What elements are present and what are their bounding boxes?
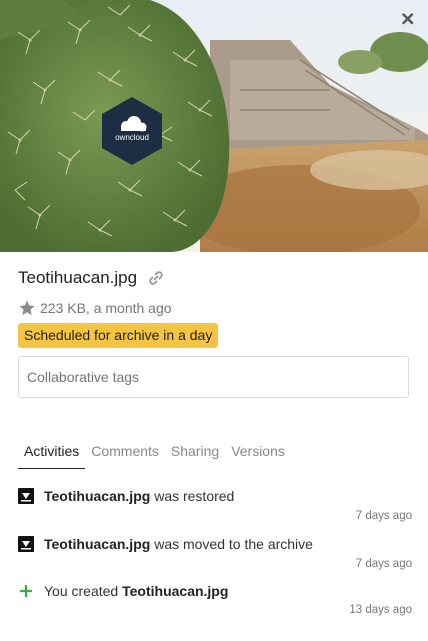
activity-item: You created Teotihuacan.jpg 13 days ago [18,583,412,616]
tab-versions[interactable]: Versions [225,442,291,469]
activity-filename[interactable]: Teotihuacan.jpg [122,583,228,599]
activity-text: You created Teotihuacan.jpg [44,583,229,599]
file-size-and-date: 223 KB, a month ago [40,300,172,316]
close-button[interactable] [398,9,418,29]
link-icon [149,271,163,285]
sidebar-tabs: Activities Comments Sharing Versions [18,442,291,469]
activity-filename[interactable]: Teotihuacan.jpg [44,488,150,504]
star-icon [19,300,35,315]
archive-move-icon [18,536,34,552]
activity-date: 7 days ago [355,510,412,522]
tab-comments[interactable]: Comments [85,442,165,469]
activity-text: Teotihuacan.jpg was moved to the archive [44,536,313,552]
activity-filename[interactable]: Teotihuacan.jpg [44,536,150,552]
archive-status-badge: Scheduled for archive in a day [18,323,219,348]
favorite-button[interactable] [18,299,36,317]
file-meta: 223 KB, a month ago [18,299,172,317]
file-name: Teotihuacan.jpg [18,268,138,287]
tab-activities[interactable]: Activities [18,442,86,469]
collaborative-tags-input[interactable] [18,356,409,398]
activity-item: Teotihuacan.jpg was restored 7 days ago [18,488,412,522]
activity-text: Teotihuacan.jpg was restored [44,488,235,504]
close-icon [402,13,414,25]
tab-sharing[interactable]: Sharing [165,442,225,469]
file-title-row: Teotihuacan.jpg [18,268,165,288]
sticker-text: owncloud [115,133,149,142]
archive-restore-icon [18,488,34,504]
file-preview-image: owncloud [0,0,428,252]
activity-date: 7 days ago [355,558,412,570]
activity-date: 13 days ago [349,604,412,616]
activity-item: Teotihuacan.jpg was moved to the archive… [18,536,412,570]
plus-icon [20,585,32,597]
share-link-button[interactable] [147,269,165,287]
